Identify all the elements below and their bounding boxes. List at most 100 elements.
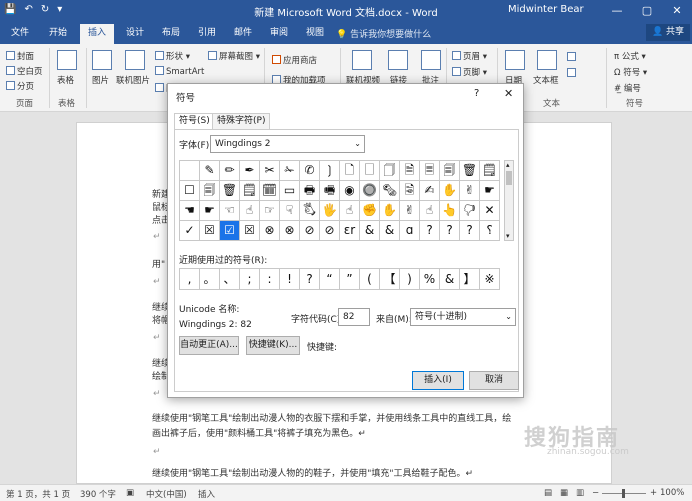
symbol-cell[interactable]: ⊗ [260,221,280,241]
symbol-cell[interactable]: 🗒 [240,181,260,201]
symbol-cell[interactable]: ☒ [200,221,220,241]
symbol-cell[interactable] [180,161,200,181]
symbol-cell[interactable]: 👆 [440,201,460,221]
symbol-cell[interactable]: & [380,221,400,241]
zoom-out-button[interactable]: − [592,488,599,498]
recent-symbol-cell[interactable]: “ [320,269,340,290]
symbol-cell[interactable]: ✒ [240,161,260,181]
symbol-cell[interactable]: & [360,221,380,241]
tell-me-search[interactable]: 💡 告诉我你想要做什么 [336,27,431,40]
recent-symbol-cell[interactable]: , [180,269,200,290]
symbol-cell[interactable]: ☐ [180,181,200,201]
symbol-cell[interactable]: 🖐 [320,201,340,221]
symbol-cell[interactable]: ❳ [320,161,340,181]
symbol-cell[interactable]: 🗑 [220,181,240,201]
equation-button[interactable]: π 公式 ▾ [614,50,646,62]
screenshot-button[interactable]: 屏幕截图 ▾ [208,50,260,62]
symbol-cell[interactable]: ☝ [340,201,360,221]
symbol-cell[interactable]: ☝ [420,201,440,221]
recent-symbol-cell[interactable]: : [260,269,280,290]
symbol-cell[interactable]: 🗓 [260,181,280,201]
online-video-icon[interactable] [352,50,372,70]
read-mode-icon[interactable]: ▤ [544,488,552,498]
link-icon[interactable] [388,50,408,70]
symbol-cell[interactable]: ◉ [340,181,360,201]
symbol-cell[interactable]: ? [460,221,480,241]
symbol-cell[interactable]: ✋ [440,181,460,201]
symbol-cell[interactable]: ⊘ [320,221,340,241]
symbol-cell[interactable]: ☝ [240,201,260,221]
scroll-thumb[interactable] [506,171,512,185]
symbol-cell[interactable]: ☚ [180,201,200,221]
blank-page-button[interactable]: 空白页 [6,65,43,77]
table-button[interactable]: 表格 [57,74,74,86]
tab-review[interactable]: 审阅 [262,24,296,44]
print-layout-icon[interactable]: ▦ [560,488,568,498]
tab-layout[interactable]: 布局 [154,24,188,44]
symbol-cell[interactable]: ✁ [280,161,300,181]
symbol-cell[interactable]: 🗞 [380,181,400,201]
symbol-cell[interactable]: 🗍 [380,161,400,181]
help-button[interactable]: ? [474,88,479,99]
zoom-slider-thumb[interactable] [622,489,625,498]
smartart-button[interactable]: SmartArt [155,66,204,77]
tab-symbols[interactable]: 符号(S) [174,113,215,130]
symbol-cell[interactable]: ✏ [220,161,240,181]
proofing-icon[interactable]: ▣ [126,488,134,498]
shortcut-key-button[interactable]: 快捷键(K)... [246,336,300,355]
recent-symbol-cell[interactable]: & [440,269,460,290]
symbol-cell[interactable]: ? [440,221,460,241]
symbol-cell[interactable]: ✓ [180,221,200,241]
recent-symbol-cell[interactable]: ※ [480,269,500,290]
footer-button[interactable]: 页脚 ▾ [452,66,487,78]
recent-symbol-cell[interactable]: 、 [220,269,240,290]
zoom-in-button[interactable]: + [650,488,657,498]
symbol-cell[interactable]: ☟ [280,201,300,221]
maximize-button[interactable]: ▢ [632,0,662,21]
recent-symbol-cell[interactable]: ? [300,269,320,290]
char-code-input[interactable]: 82 [338,308,370,326]
dialog-close-button[interactable]: ✕ [504,87,513,100]
symbol-cell[interactable]: 🗋 [340,161,360,181]
tab-insert[interactable]: 插入 [80,24,114,44]
word-count[interactable]: 390 个字 [80,488,116,500]
share-button[interactable]: 👤 共享 [646,24,690,41]
symbol-cell[interactable]: ✋ [380,201,400,221]
symbol-cell[interactable]: ɑ [400,221,420,241]
symbol-cell[interactable]: 🗎 [400,161,420,181]
symbol-cell[interactable]: 🗐 [200,181,220,201]
symbol-cell[interactable]: ✌ [400,201,420,221]
symbol-grid-scrollbar[interactable]: ▴ ▾ [504,160,514,241]
tab-special-characters[interactable]: 特殊字符(P) [212,113,271,130]
page-break-button[interactable]: 分页 [6,80,34,92]
symbol-cell[interactable]: 🗏 [420,161,440,181]
cancel-button[interactable]: 取消 [469,371,519,390]
symbol-cell[interactable]: 🗌 [360,161,380,181]
header-button[interactable]: 页眉 ▾ [452,50,487,62]
recent-symbol-cell[interactable]: ” [340,269,360,290]
font-select[interactable]: Wingdings 2 ⌄ [210,135,365,153]
symbol-cell[interactable]: ☛ [200,201,220,221]
tab-file[interactable]: 文件 [4,24,36,44]
comment-icon[interactable] [421,50,441,70]
autocorrect-button[interactable]: 自动更正(A)... [179,336,239,355]
language-status[interactable]: 中文(中国) [146,488,187,500]
online-picture-icon[interactable] [125,50,145,70]
symbol-cell[interactable]: ☞ [260,201,280,221]
symbol-cell[interactable]: ✌ [460,181,480,201]
symbol-cell[interactable]: 🖷 [320,181,340,201]
tab-home[interactable]: 开始 [40,24,76,44]
symbol-cell[interactable]: 🔘 [360,181,380,201]
insert-button[interactable]: 插入(I) [412,371,464,390]
recent-symbol-cell[interactable]: ; [240,269,260,290]
online-picture-button[interactable]: 联机图片 [116,74,150,86]
symbol-cell[interactable]: 🗟 [400,181,420,201]
recent-symbol-cell[interactable]: % [420,269,440,290]
textbox-icon[interactable] [537,50,557,70]
close-button[interactable]: ✕ [662,0,692,21]
symbol-cell[interactable]: 🗐 [440,161,460,181]
picture-icon[interactable] [92,50,112,70]
symbol-cell[interactable]: ✎ [200,161,220,181]
shapes-button[interactable]: 形状 ▾ [155,50,190,62]
symbol-cell[interactable]: ✍ [420,181,440,201]
